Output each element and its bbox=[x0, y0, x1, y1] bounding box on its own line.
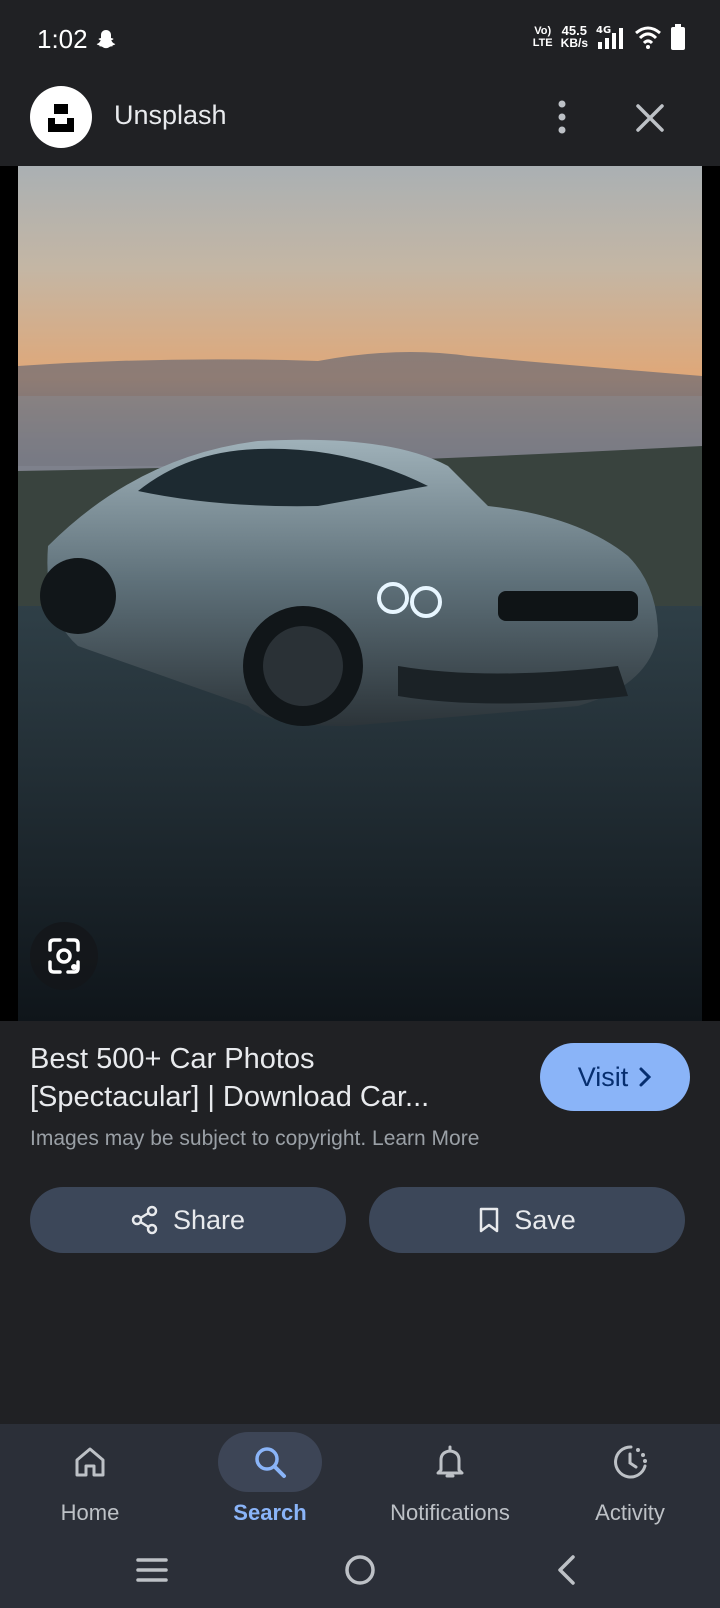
close-icon[interactable] bbox=[628, 96, 672, 140]
unsplash-logo-icon bbox=[48, 104, 74, 132]
chevron-right-icon bbox=[639, 1067, 652, 1087]
unsplash-logo[interactable] bbox=[30, 86, 92, 148]
wifi-icon bbox=[635, 26, 661, 49]
nav-notifications[interactable]: Notifications bbox=[360, 1432, 540, 1532]
image-preview[interactable] bbox=[0, 166, 720, 1021]
bottom-navigation: Home Search Notifications Activity bbox=[0, 1424, 720, 1608]
nav-notifications-pill bbox=[398, 1432, 502, 1492]
nav-notifications-label: Notifications bbox=[390, 1500, 510, 1525]
status-bar: 1:02 Vo) LTE 45.5 KB/s 4G bbox=[0, 0, 720, 82]
save-label: Save bbox=[514, 1204, 576, 1235]
nav-activity[interactable]: Activity bbox=[540, 1432, 720, 1532]
nav-search-label: Search bbox=[233, 1500, 307, 1525]
learn-more-link[interactable]: Learn More bbox=[372, 1127, 479, 1150]
share-icon bbox=[131, 1205, 158, 1235]
result-title-line2: [Spectacular] | Download Car... bbox=[30, 1081, 430, 1113]
save-button[interactable]: Save bbox=[369, 1187, 685, 1253]
status-indicators: Vo) LTE 45.5 KB/s 4G bbox=[533, 24, 686, 50]
status-time: 1:02 bbox=[37, 24, 88, 54]
copyright-notice: Images may be subject to copyright. Lear… bbox=[30, 1127, 479, 1151]
site-name[interactable]: Unsplash bbox=[114, 100, 227, 131]
snapchat-icon bbox=[96, 30, 116, 49]
lens-icon bbox=[48, 938, 80, 974]
back-icon[interactable] bbox=[546, 1548, 590, 1592]
volte-indicator: Vo) LTE bbox=[532, 25, 553, 49]
result-title[interactable]: Best 500+ Car Photos [Spectacular] | Dow… bbox=[30, 1040, 500, 1116]
home-circle-icon[interactable] bbox=[338, 1548, 382, 1592]
recent-apps-icon[interactable] bbox=[130, 1548, 174, 1592]
visit-button[interactable]: Visit bbox=[540, 1043, 690, 1111]
home-icon bbox=[75, 1447, 105, 1477]
share-button[interactable]: Share bbox=[30, 1187, 346, 1253]
battery-icon bbox=[671, 24, 685, 50]
nav-search[interactable]: Search bbox=[180, 1432, 360, 1532]
svg-text:4G: 4G bbox=[596, 25, 611, 36]
nav-home-pill bbox=[38, 1432, 142, 1492]
nav-search-pill bbox=[218, 1432, 322, 1492]
bell-icon bbox=[436, 1445, 464, 1478]
copyright-text: Images may be subject to copyright. bbox=[30, 1127, 367, 1150]
nav-home[interactable]: Home bbox=[0, 1432, 180, 1532]
bookmark-icon bbox=[479, 1207, 499, 1233]
nav-home-label: Home bbox=[60, 1500, 120, 1525]
viewer-header: Unsplash bbox=[0, 82, 720, 166]
activity-icon bbox=[614, 1445, 647, 1479]
nav-activity-pill bbox=[578, 1432, 682, 1492]
google-lens-button[interactable] bbox=[30, 922, 98, 990]
more-options-icon[interactable] bbox=[546, 92, 578, 142]
visit-label: Visit bbox=[577, 1061, 629, 1092]
car-photo bbox=[18, 166, 702, 1021]
share-label: Share bbox=[172, 1204, 246, 1235]
search-icon bbox=[255, 1447, 286, 1478]
nav-activity-label: Activity bbox=[595, 1500, 665, 1525]
signal-icon: 4G bbox=[596, 25, 623, 49]
network-speed: 45.5 KB/s bbox=[560, 23, 588, 50]
result-title-line1: Best 500+ Car Photos bbox=[30, 1043, 315, 1075]
